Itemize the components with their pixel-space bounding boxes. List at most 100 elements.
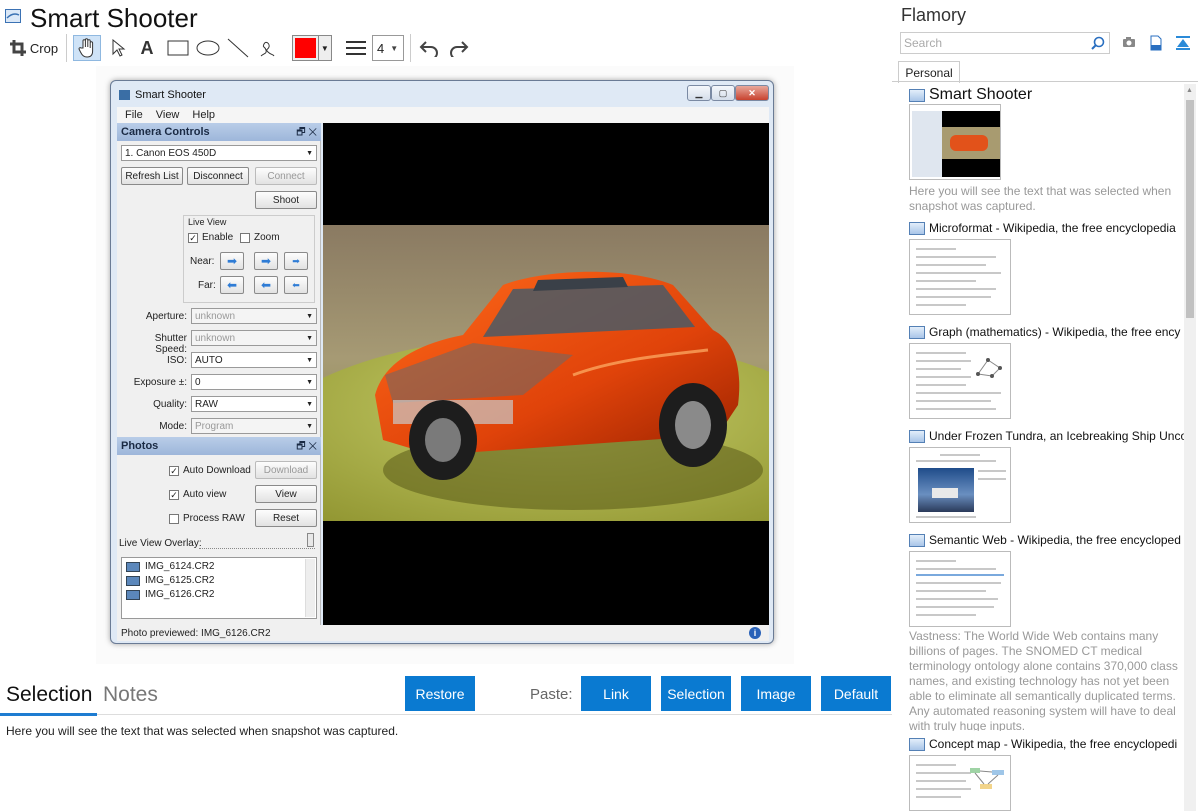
undo-button[interactable] — [416, 35, 442, 61]
entry-thumbnail — [909, 755, 1011, 811]
ellipse-icon — [196, 40, 220, 56]
close-button: ✕ — [735, 85, 769, 101]
collapse-icon[interactable] — [1175, 35, 1191, 51]
entry-thumbnail — [909, 447, 1011, 523]
snapshot-entry[interactable]: Under Frozen Tundra, an Icebreaking Ship… — [909, 429, 1184, 523]
entry-thumbnail — [909, 343, 1011, 419]
near-2-icon: ➡ — [254, 252, 278, 270]
hand-icon — [78, 38, 94, 58]
search-placeholder: Search — [904, 36, 943, 50]
snapshot-canvas[interactable]: Smart Shooter ▁ ▢ ✕ File View Help Camer… — [96, 66, 794, 664]
aperture-select: unknown ▼ — [191, 308, 317, 324]
document-icon[interactable] — [1150, 35, 1162, 51]
search-icon[interactable] — [1091, 36, 1105, 50]
sidebar-scrollbar[interactable]: ▲ — [1184, 84, 1196, 811]
entry-description: Vastness: The World Wide Web contains ma… — [909, 629, 1178, 731]
selected-text-area[interactable]: Here you will see the text that was sele… — [6, 724, 398, 738]
hand-tool-button[interactable] — [73, 35, 101, 61]
file-name: IMG_6126.CR2 — [145, 589, 215, 600]
stroke-width-value: 4 — [377, 40, 385, 56]
disconnect-button: Disconnect — [187, 167, 249, 185]
snapshot-entry[interactable]: Smart Shooter Here you will see the text… — [909, 86, 1184, 213]
mode-label: Mode: — [159, 421, 187, 432]
rectangle-tool-button[interactable] — [165, 35, 191, 61]
camera-controls-title: Camera Controls — [121, 126, 210, 138]
entry-header: Concept map - Wikipedia, the free encycl… — [909, 737, 1184, 751]
entry-title: Microformat - Wikipedia, the free encycl… — [929, 221, 1176, 235]
near-label: Near: — [190, 256, 215, 267]
crop-button[interactable]: Crop — [6, 35, 62, 61]
snapshot-entry[interactable]: Concept map - Wikipedia, the free encycl… — [909, 737, 1184, 811]
line-tool-button[interactable] — [226, 35, 250, 61]
line-style-button[interactable] — [344, 35, 368, 61]
quality-select: RAW ▼ — [191, 396, 317, 412]
paste-label: Paste: — [530, 686, 573, 703]
panel-controls: 🗗 ✕ — [296, 441, 317, 452]
entry-header: Microformat - Wikipedia, the free encycl… — [909, 221, 1184, 235]
file-name: IMG_6125.CR2 — [145, 575, 215, 586]
snapshot-icon — [909, 88, 925, 102]
snapshot-entry[interactable]: Graph (mathematics) - Wikipedia, the fre… — [909, 325, 1184, 419]
file-list-scrollbar — [305, 559, 315, 617]
minimize-button: ▁ — [687, 85, 711, 101]
concept-map-icon — [970, 768, 1004, 789]
tab-personal[interactable]: Personal — [898, 61, 960, 83]
quality-label: Quality: — [153, 399, 187, 410]
snapshot-icon — [909, 533, 925, 547]
enable-checkbox: ✓ Enable — [188, 232, 234, 243]
scrollbar-thumb[interactable] — [1186, 100, 1194, 318]
entry-description: Here you will see the text that was sele… — [909, 184, 1172, 213]
shoot-button: Shoot — [255, 191, 317, 209]
flamory-sidebar: Flamory Search Personal Smart Shooter He… — [892, 0, 1198, 811]
auto-view-label: Auto view — [183, 489, 227, 500]
camera-controls-header: Camera Controls 🗗 ✕ — [117, 123, 321, 141]
stroke-width-select[interactable]: 4 ▼ — [372, 35, 404, 61]
paste-link-button[interactable]: Link — [581, 676, 651, 711]
search-input[interactable]: Search — [900, 32, 1110, 54]
app-icon — [5, 9, 21, 23]
zoom-checkbox: Zoom — [240, 232, 280, 243]
snapshot-icon — [909, 325, 925, 339]
toolbar-separator — [66, 34, 67, 62]
far-2-icon: ⬅ — [254, 276, 278, 294]
redo-button[interactable] — [446, 35, 472, 61]
text-tool-icon: A — [140, 37, 154, 58]
restore-button[interactable]: Restore — [405, 676, 475, 711]
quality-value: RAW — [195, 398, 218, 410]
mode-select: Program ▼ — [191, 418, 317, 434]
chevron-down-icon: ▼ — [390, 43, 399, 53]
photo-file-list: IMG_6124.CR2 IMG_6125.CR2 IMG_6126.CR2 — [121, 557, 317, 619]
paste-default-button[interactable]: Default — [821, 676, 891, 711]
menu-view: View — [155, 109, 180, 121]
select-tool-button[interactable] — [108, 35, 130, 61]
image-file-icon — [126, 561, 140, 572]
iso-value: AUTO — [195, 354, 223, 366]
entry-thumbnail — [909, 239, 1011, 315]
paste-selection-button[interactable]: Selection — [661, 676, 731, 711]
window-title: Smart Shooter — [135, 89, 206, 101]
tab-selection[interactable]: Selection — [6, 683, 92, 707]
paste-image-button[interactable]: Image — [741, 676, 811, 711]
camera-icon[interactable] — [1122, 35, 1136, 49]
status-text: Photo previewed: IMG_6126.CR2 — [121, 627, 271, 639]
freehand-tool-button[interactable] — [256, 35, 280, 61]
captured-window: Smart Shooter ▁ ▢ ✕ File View Help Camer… — [110, 80, 774, 644]
image-file-icon — [126, 589, 140, 600]
tab-notes[interactable]: Notes — [103, 683, 158, 707]
color-picker[interactable]: ▼ — [292, 35, 332, 61]
photos-header: Photos 🗗 ✕ — [117, 437, 321, 455]
near-1-icon: ➡ — [284, 252, 308, 270]
snapshot-entry[interactable]: Semantic Web - Wikipedia, the free encyc… — [909, 533, 1184, 731]
text-tool-button[interactable]: A — [136, 35, 158, 61]
entry-header: Graph (mathematics) - Wikipedia, the fre… — [909, 325, 1184, 339]
snapshot-entry[interactable]: Microformat - Wikipedia, the free encycl… — [909, 221, 1184, 315]
crop-icon — [9, 40, 26, 56]
exposure-label: Exposure ±: — [133, 377, 187, 388]
zoom-label: Zoom — [254, 232, 280, 243]
ellipse-tool-button[interactable] — [195, 35, 221, 61]
connect-button: Connect — [255, 167, 317, 185]
scroll-up-icon[interactable]: ▲ — [1186, 87, 1193, 94]
tab-divider — [892, 81, 1198, 82]
snapshot-icon — [909, 737, 925, 751]
exposure-value: 0 — [195, 376, 201, 388]
